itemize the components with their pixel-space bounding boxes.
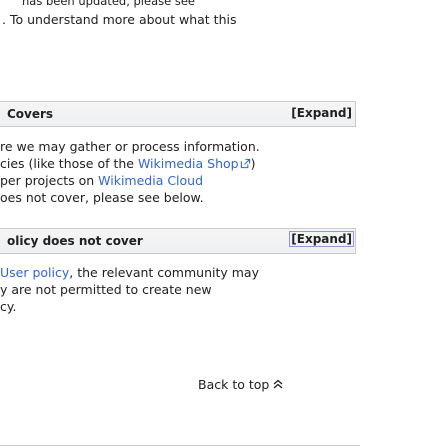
section1-line1: re we may gather or process information.	[0, 139, 260, 154]
double-chevron-up-icon	[273, 377, 283, 392]
section1-line3: per projects on Wikimedia Cloud	[0, 172, 203, 189]
back-to-top-label: Back to top	[198, 377, 270, 392]
clipped-top-text: has been updated, please see	[22, 0, 195, 8]
wikimedia-shop-link[interactable]: Wikimedia Shop	[138, 156, 239, 171]
page: has been updated, please see . To unders…	[0, 0, 448, 448]
intro-text: . To understand more about what this	[2, 12, 237, 27]
wikimedia-cloud-link[interactable]: Wikimedia Cloud	[98, 173, 203, 188]
external-link-icon	[240, 156, 251, 173]
text-segment: cies (like those of the	[0, 156, 138, 171]
text-segment: per projects on	[0, 173, 99, 188]
section2-line1: User policy, the relevant community may	[0, 264, 259, 281]
section2-line2: y are not permitted to create new	[0, 282, 212, 297]
section-header-covers[interactable]: Covers [Expand]	[0, 101, 356, 127]
section1-line4: oes not cover, please see below.	[0, 190, 204, 205]
expand-button[interactable]: [Expand]	[291, 106, 352, 120]
user-policy-link[interactable]: User policy	[0, 265, 69, 280]
expand-button[interactable]: [Expand]	[289, 231, 354, 247]
text-segment: , the relevant community may	[69, 265, 259, 280]
section-header-policy-does-not-cover[interactable]: olicy does not cover [Expand]	[0, 228, 356, 254]
section1-line2: cies (like those of the Wikimedia Shop)	[0, 155, 255, 173]
back-to-top-link[interactable]: Back to top	[198, 377, 283, 392]
section-title: Covers	[7, 107, 54, 121]
section-title: olicy does not cover	[7, 234, 143, 248]
text-segment: )	[250, 156, 256, 171]
divider	[0, 445, 360, 446]
section2-line3: cy.	[0, 299, 17, 314]
